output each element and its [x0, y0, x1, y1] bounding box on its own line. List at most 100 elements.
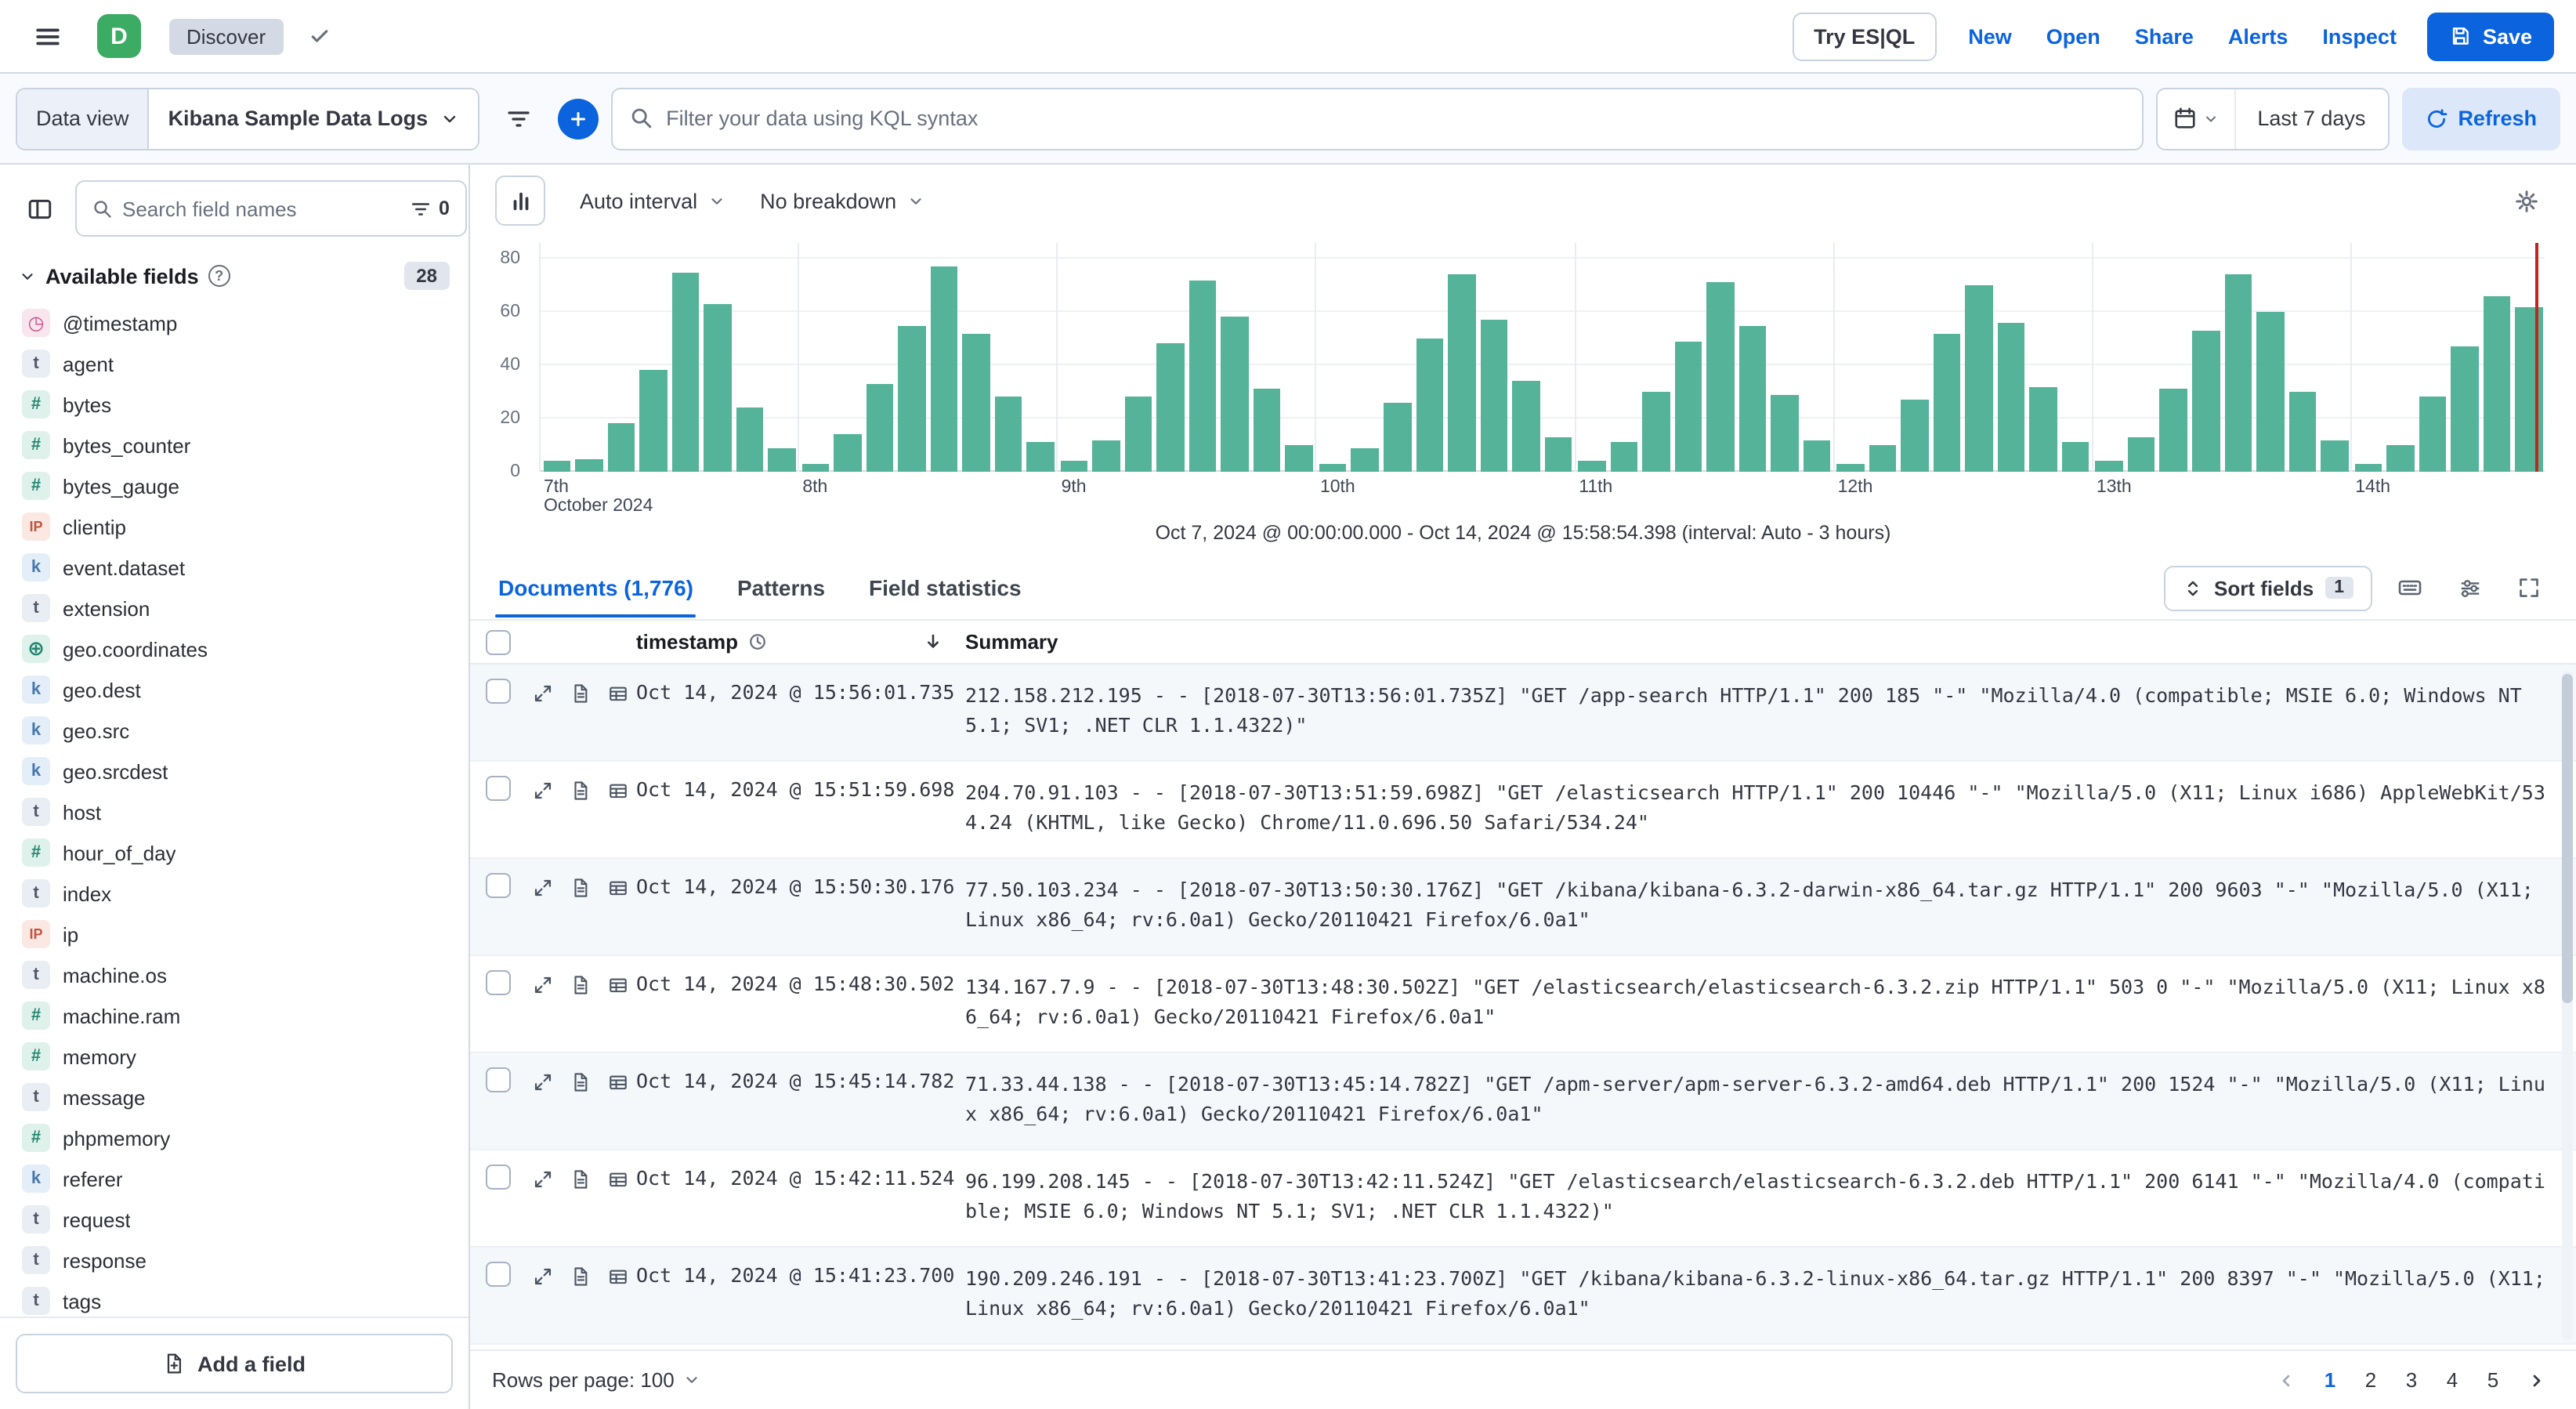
- field-list-item[interactable]: t tags: [13, 1280, 456, 1317]
- field-list-item[interactable]: k event.dataset: [13, 547, 456, 588]
- field-list-item[interactable]: # bytes_counter: [13, 425, 456, 465]
- field-list-item[interactable]: IP clientip: [13, 506, 456, 547]
- field-list-item[interactable]: ◷ @timestamp: [13, 302, 456, 343]
- view-document-button[interactable]: [564, 1165, 595, 1193]
- page-number-button[interactable]: 3: [2394, 1361, 2429, 1399]
- timestamp-cell[interactable]: Oct 14, 2024 @ 15:51:59.698: [636, 762, 965, 801]
- header-nav-link[interactable]: New: [1968, 24, 2012, 48]
- summary-cell[interactable]: 77.50.103.234 - - [2018-07-30T13:50:30.1…: [965, 859, 2576, 934]
- available-fields-header[interactable]: Available fields ? 28: [0, 249, 469, 299]
- summary-cell[interactable]: 96.199.208.145 - - [2018-07-30T13:42:11.…: [965, 1150, 2576, 1226]
- page-number-button[interactable]: 1: [2313, 1361, 2347, 1399]
- field-list-item[interactable]: IP ip: [13, 914, 456, 954]
- view-document-button[interactable]: [564, 679, 595, 707]
- summary-cell[interactable]: 190.209.246.191 - - [2018-07-30T13:41:23…: [965, 1248, 2576, 1323]
- expand-document-button[interactable]: [526, 873, 558, 901]
- timestamp-cell[interactable]: Oct 14, 2024 @ 15:42:11.524: [636, 1150, 965, 1190]
- tab[interactable]: Field statistics: [866, 558, 1025, 618]
- field-list-item[interactable]: t host: [13, 791, 456, 832]
- breadcrumb[interactable]: Discover: [169, 18, 284, 54]
- saved-query-menu-button[interactable]: [492, 92, 545, 145]
- expand-document-button[interactable]: [526, 776, 558, 804]
- field-list-item[interactable]: # machine.ram: [13, 995, 456, 1036]
- rows-per-page-button[interactable]: Rows per page: 100: [492, 1368, 701, 1392]
- space-avatar[interactable]: D: [97, 14, 141, 58]
- field-list-item[interactable]: t message: [13, 1077, 456, 1117]
- view-surrounding-button[interactable]: [602, 970, 633, 998]
- tab[interactable]: Patterns: [734, 558, 828, 618]
- field-search-input[interactable]: [122, 197, 398, 220]
- breakdown-dropdown[interactable]: No breakdown: [760, 189, 924, 212]
- time-range-button[interactable]: Last 7 days: [2235, 89, 2387, 148]
- view-surrounding-button[interactable]: [602, 679, 633, 707]
- row-checkbox[interactable]: [486, 776, 511, 801]
- quick-select-button[interactable]: [2157, 89, 2236, 148]
- summary-cell[interactable]: 71.33.44.138 - - [2018-07-30T13:45:14.78…: [965, 1053, 2576, 1128]
- summary-column-header[interactable]: Summary: [965, 630, 2576, 654]
- kql-search-input[interactable]: [613, 89, 2142, 148]
- timestamp-column-header[interactable]: timestamp: [636, 630, 965, 654]
- field-list-item[interactable]: ⊕ geo.coordinates: [13, 628, 456, 669]
- display-options-button[interactable]: [2448, 566, 2491, 610]
- expand-document-button[interactable]: [526, 1165, 558, 1193]
- add-field-button[interactable]: Add a field: [16, 1334, 453, 1393]
- summary-cell[interactable]: 134.167.7.9 - - [2018-07-30T13:48:30.502…: [965, 956, 2576, 1031]
- keyboard-shortcuts-button[interactable]: [2388, 566, 2432, 610]
- timestamp-cell[interactable]: Oct 14, 2024 @ 15:41:23.700: [636, 1248, 965, 1287]
- page-number-button[interactable]: 4: [2435, 1361, 2469, 1399]
- row-checkbox[interactable]: [486, 1165, 511, 1190]
- previous-page-button[interactable]: [2269, 1361, 2303, 1399]
- field-list-item[interactable]: # phpmemory: [13, 1117, 456, 1158]
- expand-document-button[interactable]: [526, 1262, 558, 1290]
- try-esql-button[interactable]: Try ES|QL: [1792, 12, 1937, 60]
- expand-document-button[interactable]: [526, 1067, 558, 1096]
- field-list-item[interactable]: k geo.dest: [13, 669, 456, 710]
- header-nav-link[interactable]: Share: [2135, 24, 2194, 48]
- menu-button[interactable]: [22, 11, 72, 61]
- timestamp-cell[interactable]: Oct 14, 2024 @ 15:56:01.735: [636, 665, 965, 704]
- expand-document-button[interactable]: [526, 679, 558, 707]
- timestamp-cell[interactable]: Oct 14, 2024 @ 15:45:14.782: [636, 1053, 965, 1092]
- field-list-item[interactable]: # bytes: [13, 384, 456, 425]
- field-list-item[interactable]: t index: [13, 873, 456, 914]
- field-list-item[interactable]: t agent: [13, 343, 456, 384]
- header-nav-link[interactable]: Open: [2046, 24, 2100, 48]
- view-document-button[interactable]: [564, 970, 595, 998]
- field-list-item[interactable]: t request: [13, 1199, 456, 1240]
- save-button[interactable]: Save: [2427, 12, 2554, 60]
- field-list-item[interactable]: t response: [13, 1240, 456, 1280]
- tab[interactable]: Documents (1,776): [495, 558, 697, 618]
- expand-document-button[interactable]: [526, 970, 558, 998]
- view-surrounding-button[interactable]: [602, 873, 633, 901]
- timestamp-cell[interactable]: Oct 14, 2024 @ 15:50:30.176: [636, 859, 965, 898]
- summary-cell[interactable]: 204.70.91.103 - - [2018-07-30T13:51:59.6…: [965, 762, 2576, 837]
- field-list-item[interactable]: # bytes_gauge: [13, 465, 456, 506]
- field-type-filter-button[interactable]: 0: [407, 197, 453, 219]
- field-list-item[interactable]: # memory: [13, 1036, 456, 1077]
- fullscreen-button[interactable]: [2507, 566, 2551, 610]
- view-document-button[interactable]: [564, 776, 595, 804]
- add-filter-button[interactable]: [558, 98, 599, 139]
- field-list-item[interactable]: # hour_of_day: [13, 832, 456, 873]
- view-document-button[interactable]: [564, 1262, 595, 1290]
- timestamp-cell[interactable]: Oct 14, 2024 @ 15:48:30.502: [636, 956, 965, 995]
- grid-scrollbar-thumb[interactable]: [2562, 674, 2573, 1003]
- chart-options-button[interactable]: [2501, 176, 2551, 226]
- field-list-item[interactable]: t extension: [13, 588, 456, 628]
- collapse-sidebar-button[interactable]: [16, 185, 63, 232]
- next-page-button[interactable]: [2520, 1361, 2554, 1399]
- summary-cell[interactable]: 212.158.212.195 - - [2018-07-30T13:56:01…: [965, 665, 2576, 740]
- sort-descending-icon[interactable]: [923, 632, 943, 652]
- view-surrounding-button[interactable]: [602, 1165, 633, 1193]
- interval-dropdown[interactable]: Auto interval: [580, 189, 725, 212]
- header-nav-link[interactable]: Alerts: [2228, 24, 2288, 48]
- select-all-checkbox[interactable]: [486, 629, 511, 654]
- field-list-item[interactable]: t machine.os: [13, 954, 456, 995]
- field-list-item[interactable]: k referer: [13, 1158, 456, 1199]
- view-document-button[interactable]: [564, 1067, 595, 1096]
- data-view-picker[interactable]: Kibana Sample Data Logs: [149, 89, 479, 148]
- row-checkbox[interactable]: [486, 679, 511, 704]
- view-surrounding-button[interactable]: [602, 1262, 633, 1290]
- header-nav-link[interactable]: Inspect: [2322, 24, 2397, 48]
- view-surrounding-button[interactable]: [602, 1067, 633, 1096]
